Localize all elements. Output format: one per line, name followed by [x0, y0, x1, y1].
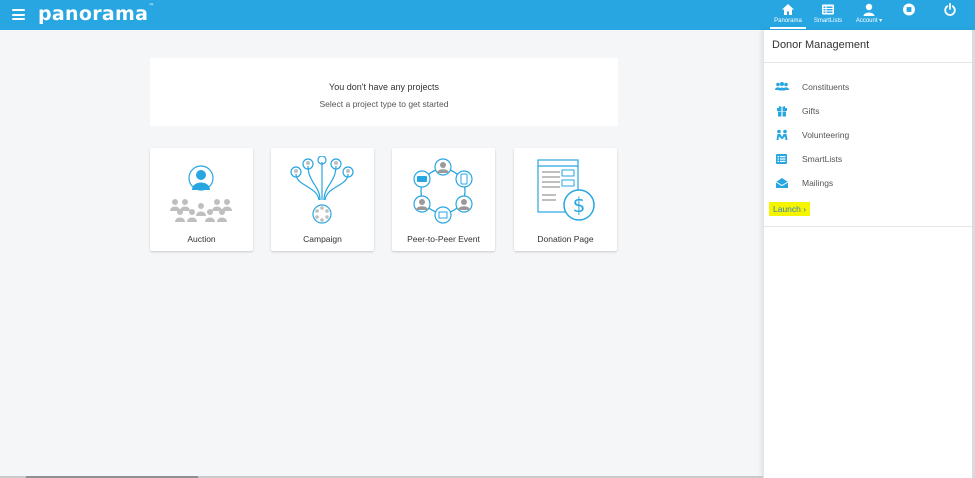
panel-item-label: Gifts — [802, 106, 820, 116]
nav-stop[interactable] — [889, 3, 929, 16]
gift-icon — [777, 106, 787, 117]
empty-projects-title: You don't have any projects — [329, 82, 439, 92]
hamburger-menu-icon[interactable] — [12, 9, 25, 20]
logo-trademark: ™ — [148, 3, 155, 10]
list-icon — [776, 154, 787, 164]
panel-item-label: Constituents — [802, 82, 850, 92]
panel-item-gifts[interactable]: Gifts — [764, 101, 975, 125]
empty-projects-subtitle: Select a project type to get started — [319, 99, 449, 109]
panel-item-mailings[interactable]: Mailings — [764, 173, 975, 197]
home-icon — [782, 4, 794, 15]
campaign-card-label: Campaign — [303, 234, 342, 244]
donor-management-panel: Donor Management Constituents Gifts Volu… — [763, 30, 975, 478]
launch-link[interactable]: Launch › — [769, 202, 811, 216]
panel-item-smartlists[interactable]: SmartLists — [764, 149, 975, 173]
top-navbar: panorama™ Panorama SmartLists Account ▾ — [0, 0, 975, 30]
donation-page-card[interactable]: $ Donation Page — [514, 148, 617, 251]
panel-divider — [764, 226, 975, 227]
donation-page-icon: $ — [537, 159, 595, 221]
nav-smartlists[interactable]: SmartLists — [808, 3, 848, 25]
peer-to-peer-card[interactable]: Peer-to-Peer Event — [392, 148, 495, 251]
nav-panorama[interactable]: Panorama — [768, 3, 808, 29]
stop-icon — [903, 3, 915, 16]
nav-smartlists-label: SmartLists — [813, 18, 843, 24]
campaign-card[interactable]: Campaign — [271, 148, 374, 251]
envelope-icon — [775, 178, 789, 188]
panel-item-label: Volunteering — [802, 130, 850, 140]
nav-account-label: Account ▾ — [855, 18, 883, 24]
list-icon — [822, 4, 834, 15]
nav-account[interactable]: Account ▾ — [849, 3, 889, 25]
auction-card[interactable]: Auction — [150, 148, 253, 251]
users-icon — [775, 82, 789, 91]
svg-text:$: $ — [573, 193, 586, 217]
logo-text: panorama — [38, 3, 149, 25]
panel-menu: Constituents Gifts Volunteering SmartLis… — [764, 63, 975, 197]
nav-panorama-label: Panorama — [774, 18, 802, 24]
donation-page-card-label: Donation Page — [537, 234, 594, 244]
panel-item-label: SmartLists — [802, 154, 843, 164]
panel-item-volunteering[interactable]: Volunteering — [764, 125, 975, 149]
empty-projects-box: You don't have any projects Select a pro… — [150, 58, 618, 126]
peer-to-peer-icon — [413, 158, 473, 224]
volunteer-icon — [776, 129, 788, 140]
panel-title: Donor Management — [764, 30, 975, 63]
panel-item-label: Mailings — [802, 178, 834, 188]
auction-card-label: Auction — [187, 234, 216, 244]
panel-item-constituents[interactable]: Constituents — [764, 77, 975, 101]
auction-icon — [170, 165, 232, 222]
peer-to-peer-card-label: Peer-to-Peer Event — [407, 234, 480, 244]
campaign-icon — [290, 156, 354, 224]
app-logo[interactable]: panorama™ — [38, 3, 155, 25]
nav-power[interactable] — [930, 3, 970, 16]
power-icon — [944, 3, 956, 16]
user-icon — [863, 3, 875, 16]
